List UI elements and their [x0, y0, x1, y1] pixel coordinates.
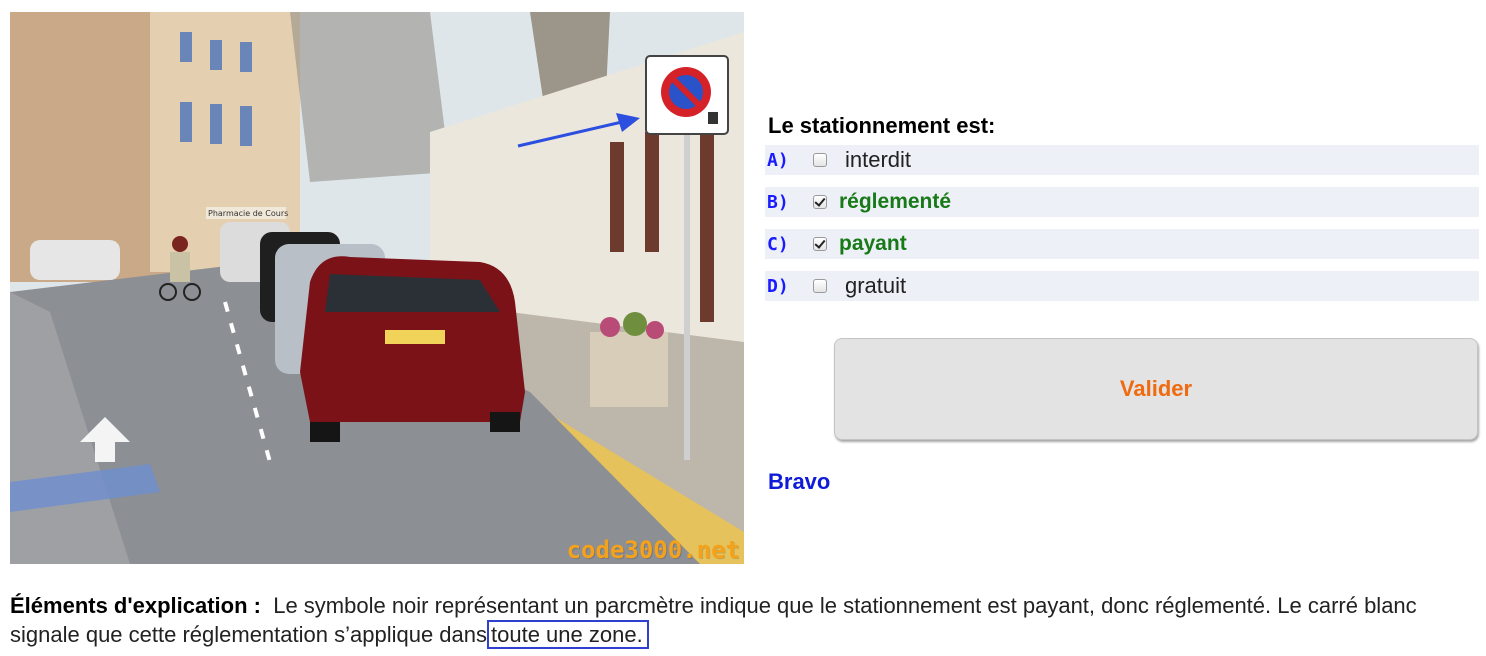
- question-title: Le stationnement est:: [768, 113, 996, 138]
- street-scene-image: Pharmacie de Cours: [10, 12, 744, 564]
- shop-sign-text: Pharmacie de Cours: [208, 209, 288, 218]
- answer-row-d[interactable]: D) gratuit: [765, 271, 1479, 301]
- answer-label-c: payant: [839, 232, 907, 255]
- answer-letter: A): [767, 149, 789, 171]
- answer-checkbox-d[interactable]: [813, 279, 827, 293]
- answer-label-b: réglementé: [839, 190, 952, 213]
- answer-label-a: interdit: [845, 147, 912, 172]
- watermark-text: code3000.net: [566, 536, 740, 564]
- question-photo: Pharmacie de Cours code3000.net: [10, 12, 744, 564]
- answer-row-b[interactable]: B) réglementé: [765, 187, 1479, 217]
- answer-row-c[interactable]: C) payant: [765, 229, 1479, 259]
- answer-letter: B): [767, 191, 789, 213]
- explanation-label: Éléments d'explication :: [10, 593, 261, 618]
- answer-checkbox-a[interactable]: [813, 153, 827, 167]
- answer-checkbox-b[interactable]: [813, 195, 827, 209]
- answer-letter: D): [767, 275, 789, 297]
- explanation-highlight: toute une zone.: [487, 620, 649, 649]
- validate-button[interactable]: Valider: [834, 338, 1478, 440]
- quiz-page: Pharmacie de Cours code3000.net Le stati…: [0, 0, 1486, 656]
- result-feedback: Bravo: [768, 469, 831, 494]
- answer-letter: C): [767, 233, 789, 255]
- explanation-block: Éléments d'explication : Le symbole noir…: [10, 591, 1480, 649]
- answer-row-a[interactable]: A) interdit: [765, 145, 1479, 175]
- answer-label-d: gratuit: [845, 273, 907, 298]
- answer-checkbox-c[interactable]: [813, 237, 827, 251]
